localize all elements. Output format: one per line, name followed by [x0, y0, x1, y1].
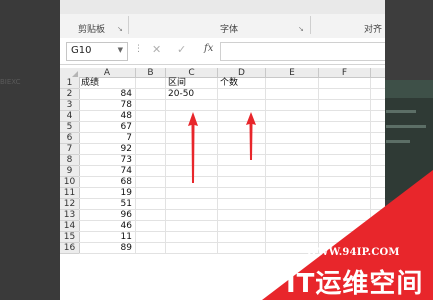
watermark-url: WWW.94IP.COM — [306, 247, 400, 258]
watermark-brand: IT运维空间 — [286, 269, 424, 299]
